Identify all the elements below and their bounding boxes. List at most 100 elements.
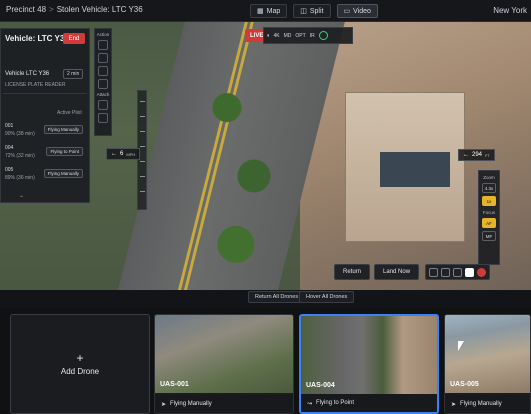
city-label: New York — [493, 6, 527, 15]
land-now-button[interactable]: Land Now — [374, 264, 420, 280]
flight-icon-bar — [425, 264, 490, 280]
drone-row[interactable]: 004 72% (32 min) Flying to Point — [5, 145, 85, 161]
drone-card-uas-001[interactable]: UAS-001 ➤ Flying Manually — [154, 314, 294, 414]
drone-card-status: ↝ Flying to Point — [301, 394, 437, 412]
tab-map[interactable]: ▦ Map — [250, 4, 288, 18]
subject-time-badge: 2 min — [63, 69, 84, 79]
drone-row-id: 001 — [5, 123, 14, 129]
divider — [3, 93, 87, 94]
focus-af-button[interactable]: AF — [482, 218, 496, 228]
optical-toggle[interactable]: OPT — [295, 33, 305, 39]
arrow-left-icon: ← — [463, 152, 469, 158]
navigation-arrow-icon: ➤ — [161, 401, 167, 408]
hover-all-drones-button[interactable]: Hover All Drones — [299, 291, 355, 303]
cursor-tool-icon[interactable] — [98, 40, 108, 50]
return-all-drones-button[interactable]: Return All Drones — [248, 291, 306, 303]
drone-card-status-text: Flying to Point — [316, 400, 355, 406]
tool-strip: Action Attach — [94, 28, 112, 136]
tool-strip-label-action: Action — [96, 32, 110, 37]
record-icon[interactable] — [318, 31, 328, 40]
capture-icon[interactable] — [465, 267, 474, 277]
fleet-action-bar: Return All Drones Hover All Drones — [0, 290, 531, 306]
incident-title: Vehicle: LTC Y36 — [5, 34, 69, 43]
end-button[interactable]: End — [63, 33, 85, 44]
drone-row-id: 005 — [5, 167, 14, 173]
scene-solar-roof — [380, 152, 450, 187]
zoom-1x-button[interactable]: 1x — [482, 196, 496, 206]
breadcrumb-separator: > — [49, 5, 54, 14]
arrow-left-icon: ← — [111, 151, 117, 157]
drone-card-uas-004[interactable]: UAS-004 ↝ Flying to Point — [299, 314, 439, 414]
motion-detect-toggle[interactable]: MD — [284, 33, 292, 39]
spotlight-icon[interactable] — [453, 267, 462, 277]
pin-tool-icon[interactable] — [98, 100, 108, 110]
drone-row-status: Flying Manually — [43, 169, 83, 178]
drone-card-name: UAS-005 — [450, 381, 479, 388]
drone-card-status: ➤ Flying Manually — [155, 395, 293, 413]
breadcrumb: Precinct 48 > Stolen Vehicle: LTC Y36 — [6, 5, 143, 14]
navigation-arrow-icon: ➤ — [451, 401, 457, 408]
pause-icon[interactable]: ⏸ — [267, 33, 270, 39]
zoom-value[interactable]: 4.3x — [482, 183, 496, 193]
route-icon: ↝ — [307, 400, 313, 407]
tab-map-label: Map — [266, 7, 281, 15]
mouse-cursor-icon — [458, 341, 464, 351]
layers-tool-icon[interactable] — [98, 53, 108, 63]
drone-row-battery: 72% (32 min) — [5, 153, 35, 159]
tab-video-label: Video — [353, 7, 371, 15]
drone-card-status-text: Flying Manually — [170, 401, 212, 407]
tab-video[interactable]: ▭ Video — [336, 4, 378, 18]
incident-panel: Vehicle: LTC Y36 End Vehicle LTC Y36 2 m… — [0, 28, 90, 203]
video-icon: ▭ — [343, 8, 351, 15]
drone-card-name: UAS-001 — [160, 381, 189, 388]
drone-card-name: UAS-004 — [306, 382, 335, 389]
drone-card-status: ➤ Flying Manually — [445, 395, 530, 413]
drone-row-status: Flying to Point — [46, 147, 83, 156]
drone-row[interactable]: 001 90% (38 min) Flying Manually — [5, 123, 85, 139]
scene-trees — [200, 62, 290, 290]
resolution-toggle[interactable]: 4K — [274, 33, 280, 39]
drone-card-uas-005[interactable]: UAS-005 ➤ Flying Manually — [444, 314, 531, 414]
video-control-bar: ⏸ 4K MD OPT IR — [263, 27, 353, 44]
active-pilot-header: Active Pilot — [57, 110, 82, 116]
add-drone-label: Add Drone — [60, 367, 100, 376]
altitude-value: 294 — [472, 152, 483, 158]
tab-split[interactable]: ◫ Split — [293, 4, 331, 18]
plus-icon: + — [76, 351, 84, 365]
camera-tool-icon[interactable] — [98, 113, 108, 123]
drone-row-id: 004 — [5, 145, 14, 151]
breadcrumb-incident: Stolen Vehicle: LTC Y36 — [56, 5, 143, 14]
drone-row-battery: 89% (36 min) — [5, 175, 35, 181]
grid-tool-icon[interactable] — [98, 79, 108, 89]
tab-split-label: Split — [309, 7, 324, 15]
focus-mf-button[interactable]: MF — [482, 231, 496, 241]
stop-button[interactable] — [477, 267, 486, 277]
infrared-toggle[interactable]: IR — [310, 33, 315, 39]
zoom-label: Zoom — [483, 175, 495, 180]
drone-row[interactable]: 005 89% (36 min) Flying Manually — [5, 167, 85, 183]
breadcrumb-precinct[interactable]: Precinct 48 — [6, 5, 46, 14]
return-button[interactable]: Return — [334, 264, 371, 280]
settings-icon[interactable] — [441, 267, 450, 277]
drop-icon[interactable] — [429, 267, 438, 277]
list-tool-icon[interactable] — [98, 66, 108, 76]
drone-card-status-text: Flying Manually — [460, 401, 502, 407]
camera-controls: Zoom 4.3x 1x Focus AF MF — [478, 170, 500, 265]
tool-strip-label-attach: Attach — [96, 92, 110, 97]
drone-cards: + Add Drone UAS-001 ➤ Flying Manually UA… — [0, 308, 531, 414]
altitude-unit: FT — [485, 152, 490, 158]
flight-controls: Return Land Now — [334, 264, 420, 280]
altitude-readout: ← 294 FT — [458, 149, 495, 161]
view-tabs: ▦ Map ◫ Split ▭ Video — [250, 4, 378, 18]
subject-name: Vehicle LTC Y36 — [5, 71, 50, 77]
top-bar: Precinct 48 > Stolen Vehicle: LTC Y36 ▦ Ma… — [0, 0, 531, 22]
speed-value: 6 — [120, 151, 124, 157]
speed-unit: MPH — [126, 151, 136, 157]
chevron-up-icon[interactable]: ⌃ — [19, 195, 24, 202]
subject-source: LICENSE PLATE READER — [5, 82, 66, 88]
map-icon: ▦ — [257, 8, 264, 15]
split-icon: ◫ — [300, 8, 307, 15]
focus-label: Focus — [482, 210, 496, 215]
add-drone-card[interactable]: + Add Drone — [10, 314, 150, 414]
speed-readout: ← 6 MPH — [106, 148, 141, 160]
